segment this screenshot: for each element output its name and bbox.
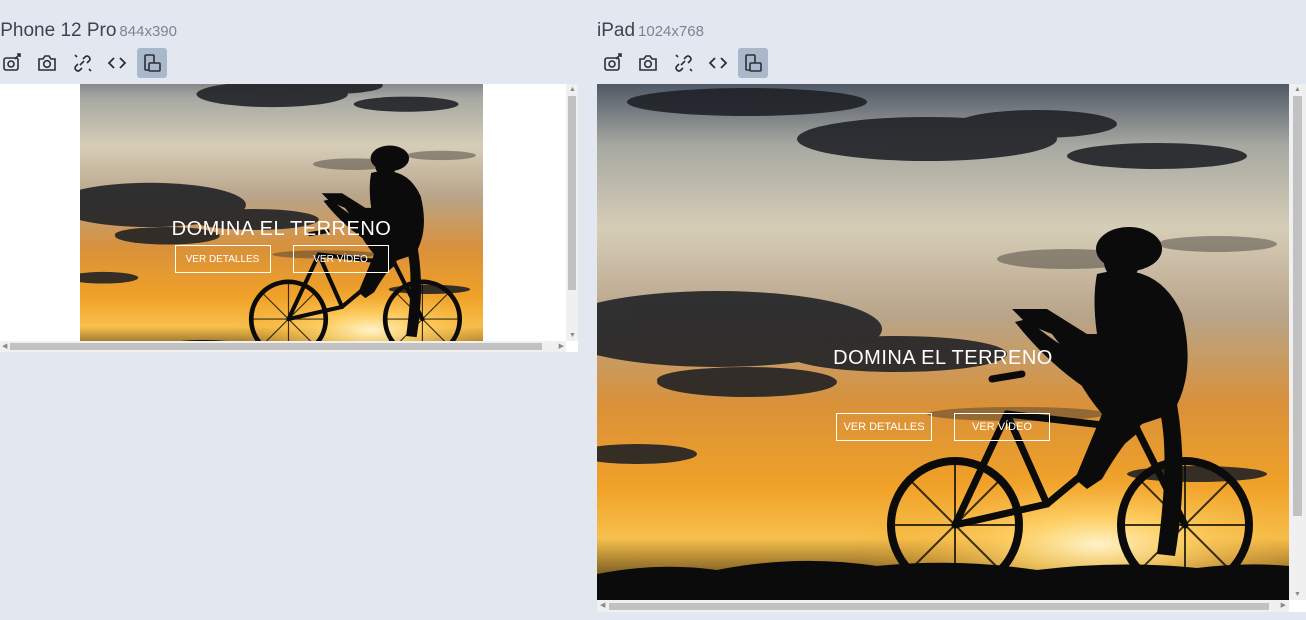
disconnect-button[interactable] [668,48,698,78]
device-dimensions: 844x390 [119,23,177,40]
scroll-down-icon[interactable]: ▼ [569,332,576,339]
scroll-right-icon[interactable]: ▶ [559,343,564,350]
device-dimensions: 1024x768 [638,23,704,40]
code-icon [107,57,127,69]
ver-video-button[interactable]: VER VÍDEO [292,245,389,273]
device-header: iPhone 12 Pro 844x390 [0,20,177,42]
hero-background-image [80,84,483,341]
disconnect-icon [675,54,693,72]
scroll-up-icon[interactable]: ▲ [1294,86,1301,93]
device-name: iPhone 12 Pro [0,20,117,41]
ver-detalles-button[interactable]: VER DETALLES [174,245,271,273]
hero-title: DOMINA EL TERRENO [833,347,1053,369]
rotate-device-button[interactable] [137,48,167,78]
screenshot-edit-icon [3,53,21,71]
horizontal-scrollbar[interactable]: ◀ ▶ [597,600,1289,612]
device-name: iPad [597,20,636,41]
ver-video-button[interactable]: VER VÍDEO [954,413,1050,441]
device-viewport[interactable]: DOMINA EL TERRENO VER DETALLES VER VÍDEO… [597,84,1306,612]
disconnect-icon [74,54,92,72]
scroll-down-icon[interactable]: ▼ [1294,591,1301,598]
camera-icon [38,55,56,71]
code-icon [708,57,728,69]
horizontal-scroll-thumb[interactable] [10,343,542,350]
device-preview-iphone: iPhone 12 Pro 844x390 DOMINA EL TERRENO V… [0,0,578,360]
device-preview-ipad: iPad 1024x768 DOMINA EL TERRENO VER DETAL… [597,0,1306,620]
horizontal-scroll-thumb[interactable] [609,603,1269,610]
rotate-device-icon [144,54,161,72]
device-header: iPad 1024x768 [597,20,704,42]
vertical-scroll-thumb[interactable] [568,96,576,290]
hero-section: DOMINA EL TERRENO VER DETALLES VER VÍDEO [597,84,1289,600]
device-toolbar [0,48,167,78]
vertical-scroll-thumb[interactable] [1293,96,1302,516]
scroll-right-icon[interactable]: ▶ [1281,602,1286,609]
camera-icon [639,55,657,71]
device-viewport[interactable]: DOMINA EL TERRENO VER DETALLES VER VÍDEO… [0,84,578,352]
scroll-up-icon[interactable]: ▲ [569,86,576,93]
hero-title: DOMINA EL TERRENO [171,218,392,240]
vertical-scrollbar[interactable]: ▲ ▼ [566,84,578,341]
screenshot-edit-button[interactable] [0,48,27,78]
hero-background-image [597,84,1289,600]
vertical-scrollbar[interactable]: ▲ ▼ [1289,84,1306,600]
screenshot-button[interactable] [633,48,663,78]
screenshot-edit-icon [604,53,622,71]
device-toolbar [598,48,768,78]
ver-detalles-button[interactable]: VER DETALLES [836,413,932,441]
disconnect-button[interactable] [67,48,97,78]
screenshot-edit-button[interactable] [598,48,628,78]
hero-section: DOMINA EL TERRENO VER DETALLES VER VÍDEO [80,84,483,341]
scroll-left-icon[interactable]: ◀ [600,602,605,609]
screenshot-button[interactable] [32,48,62,78]
scroll-left-icon[interactable]: ◀ [2,343,7,350]
view-source-button[interactable] [102,48,132,78]
rotate-device-button[interactable] [738,48,768,78]
view-source-button[interactable] [703,48,733,78]
horizontal-scrollbar[interactable]: ◀ ▶ [0,341,566,352]
rotate-device-icon [745,54,762,72]
